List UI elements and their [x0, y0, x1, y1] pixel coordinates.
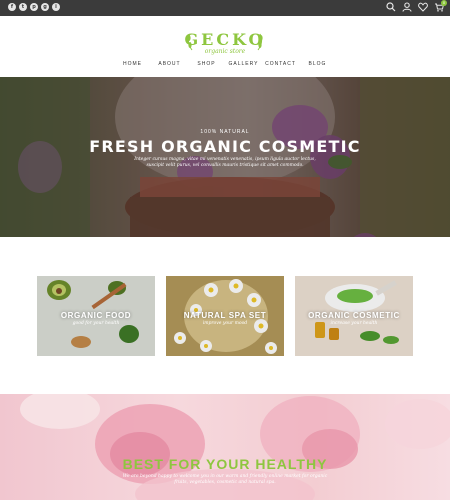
card-subtitle: improve your mood [202, 321, 248, 326]
hero-description: Integer cursus magna, vitae mi venenatis… [134, 157, 316, 168]
logo-subtitle: organic store [204, 48, 246, 55]
cart-icon[interactable]: 0 [434, 0, 447, 12]
section-description: We are beyond happy to welcome you in ou… [122, 474, 328, 485]
nav-item-home[interactable]: HOME [114, 61, 151, 67]
top-bar: f t p g i 0 [0, 0, 450, 16]
nav-item-blog[interactable]: BLOG [299, 61, 336, 67]
section-title: BEST FOR YOUR HEALTHY [122, 456, 328, 472]
twitter-icon[interactable]: t [19, 3, 27, 11]
category-card-organic-food[interactable]: ORGANIC FOOD good for your health [37, 276, 155, 356]
card-title: ORGANIC FOOD [60, 311, 132, 320]
card-subtitle: increase your health [330, 321, 378, 326]
nav-item-gallery[interactable]: GALLERY [225, 61, 262, 67]
hero-title: FRESH ORGANIC COSMETIC [89, 137, 361, 156]
user-icon[interactable] [402, 2, 412, 12]
google-plus-icon[interactable]: g [41, 3, 49, 11]
instagram-icon[interactable]: i [52, 3, 60, 11]
hero-tagline: 100% NATURAL [200, 129, 250, 135]
facebook-icon[interactable]: f [8, 3, 16, 11]
nav-item-contact[interactable]: CONTACT [262, 61, 299, 67]
social-links: f t p g i [8, 3, 60, 11]
nav-item-about[interactable]: ABOUT [151, 61, 188, 67]
pinterest-icon[interactable]: p [30, 3, 38, 11]
heart-icon[interactable] [418, 2, 428, 12]
search-icon[interactable] [386, 2, 396, 12]
healthy-section: BEST FOR YOUR HEALTHY We are beyond happ… [0, 394, 450, 500]
nav-item-shop[interactable]: SHOP [188, 61, 225, 67]
site-header: GECKO organic store HOME ABOUT SHOP GALL… [0, 16, 450, 77]
logo[interactable]: GECKO organic store [182, 24, 268, 58]
cart-count-badge: 0 [441, 0, 447, 6]
header-tools: 0 [386, 0, 447, 12]
category-card-organic-cosmetic[interactable]: ORGANIC COSMETIC increase your health [295, 276, 413, 356]
main-nav: HOME ABOUT SHOP GALLERY CONTACT BLOG [0, 61, 450, 67]
hero-banner: 100% NATURAL FRESH ORGANIC COSMETIC Inte… [0, 77, 450, 237]
card-title: ORGANIC COSMETIC [308, 311, 400, 320]
card-title: NATURAL SPA SET [183, 311, 267, 320]
category-card-natural-spa-set[interactable]: NATURAL SPA SET improve your mood [166, 276, 284, 356]
logo-title: GECKO [184, 30, 266, 49]
card-subtitle: good for your health [72, 321, 120, 326]
